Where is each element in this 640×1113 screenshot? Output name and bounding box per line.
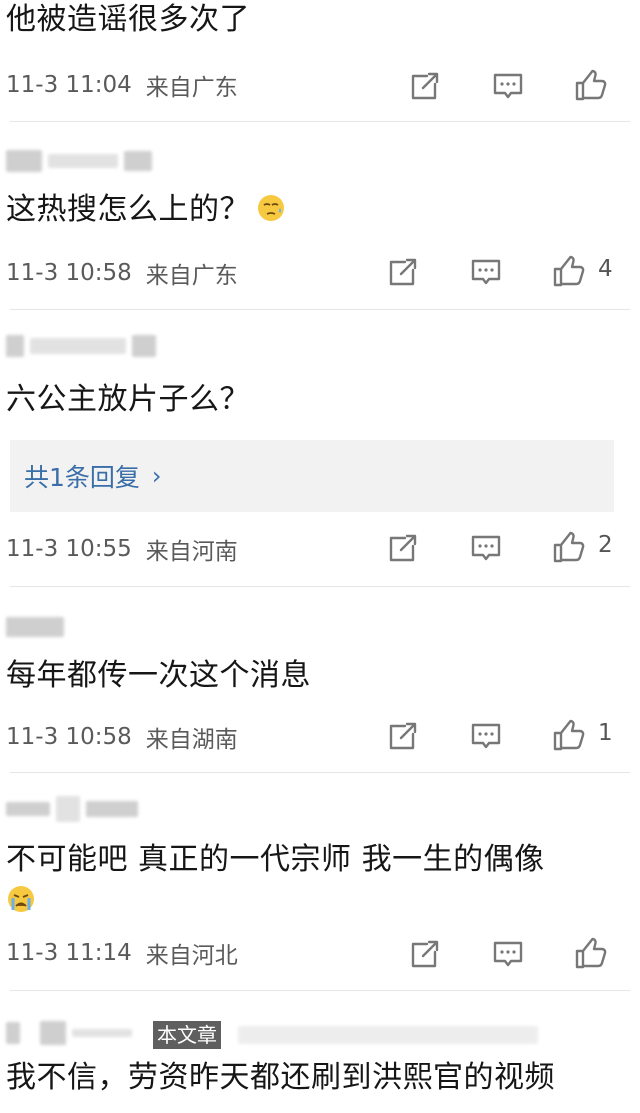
- comment-meta: 11-3 11:04 来自广东: [6, 68, 238, 102]
- share-icon[interactable]: [385, 718, 421, 754]
- crying-emoji-icon: [8, 886, 34, 912]
- comment-text: 不可能吧 真正的一代宗师 我一生的偶像: [6, 842, 545, 877]
- share-icon[interactable]: [407, 68, 443, 104]
- like-icon[interactable]: [551, 718, 587, 754]
- username-blurred[interactable]: [6, 614, 64, 640]
- share-icon[interactable]: [407, 936, 443, 972]
- comment-time: 11-3 10:55: [6, 536, 132, 562]
- like-count: 1: [598, 720, 613, 746]
- like-count: 4: [598, 256, 613, 282]
- comment-location: 来自湖南: [145, 727, 238, 753]
- comment-text: 这热搜怎么上的？: [6, 190, 286, 230]
- like-icon[interactable]: [573, 68, 609, 104]
- username-redaction: [56, 796, 80, 822]
- share-icon[interactable]: [385, 254, 421, 290]
- username-redaction: [6, 1022, 20, 1044]
- comment-meta: 11-3 10:58 来自湖南: [6, 720, 238, 754]
- username-redaction: [72, 1029, 132, 1037]
- sweat-emoji-icon: [258, 195, 284, 221]
- share-icon[interactable]: [385, 530, 421, 566]
- like-count: 2: [598, 532, 613, 558]
- comment-text: 六公主放片子么？: [6, 382, 250, 417]
- comment-text: 他被造谣很多次了: [6, 2, 250, 37]
- reply-count-label: 共1条回复: [24, 463, 140, 492]
- username-redaction: [6, 617, 64, 637]
- username-redaction: [40, 1021, 66, 1045]
- divider: [10, 772, 630, 773]
- divider: [10, 309, 630, 310]
- comment-icon[interactable]: [468, 254, 504, 290]
- username-blurred[interactable]: [6, 333, 156, 359]
- username-blurred[interactable]: [6, 148, 152, 174]
- username-redaction: [86, 801, 138, 817]
- comment-icon[interactable]: [468, 718, 504, 754]
- username-blurred[interactable]: [6, 796, 138, 822]
- comment-text: 我不信，劳资昨天都还刷到洪熙官的视频: [6, 1060, 555, 1095]
- username-redaction: [48, 154, 118, 168]
- divider: [10, 586, 630, 587]
- username-redaction: [124, 151, 152, 171]
- watermark: 本文章: [153, 1021, 221, 1049]
- comment-meta: 11-3 11:14 来自河北: [6, 936, 238, 970]
- chevron-right-icon: ›: [151, 462, 162, 490]
- like-icon[interactable]: [551, 530, 587, 566]
- comment-location: 来自广东: [145, 263, 238, 289]
- divider: [10, 121, 630, 122]
- comment-text: 每年都传一次这个消息: [6, 658, 311, 693]
- username-redaction: [6, 150, 42, 172]
- divider: [10, 990, 630, 991]
- username-blurred[interactable]: [6, 1020, 132, 1046]
- username-redaction: [6, 802, 50, 816]
- comment-location: 来自河北: [145, 943, 238, 969]
- comment-icon[interactable]: [468, 530, 504, 566]
- comment-location: 来自河南: [145, 539, 238, 565]
- comment-time: 11-3 11:14: [6, 940, 132, 966]
- comment-location: 来自广东: [145, 75, 238, 101]
- like-icon[interactable]: [573, 936, 609, 972]
- comment-meta: 11-3 10:55 来自河南: [6, 532, 238, 566]
- comment-meta: 11-3 10:58 来自广东: [6, 256, 238, 290]
- username-redaction: [132, 335, 156, 357]
- view-replies-button[interactable]: 共1条回复 ›: [10, 440, 614, 512]
- comment-time: 11-3 10:58: [6, 260, 132, 286]
- watermark-faded-text: [238, 1026, 538, 1044]
- comment-text-content: 这热搜怎么上的？: [6, 192, 250, 227]
- like-icon[interactable]: [551, 254, 587, 290]
- comment-icon[interactable]: [490, 936, 526, 972]
- comment-time: 11-3 11:04: [6, 72, 132, 98]
- username-redaction: [30, 338, 126, 354]
- comment-time: 11-3 10:58: [6, 724, 132, 750]
- username-redaction: [6, 335, 24, 357]
- comment-icon[interactable]: [490, 68, 526, 104]
